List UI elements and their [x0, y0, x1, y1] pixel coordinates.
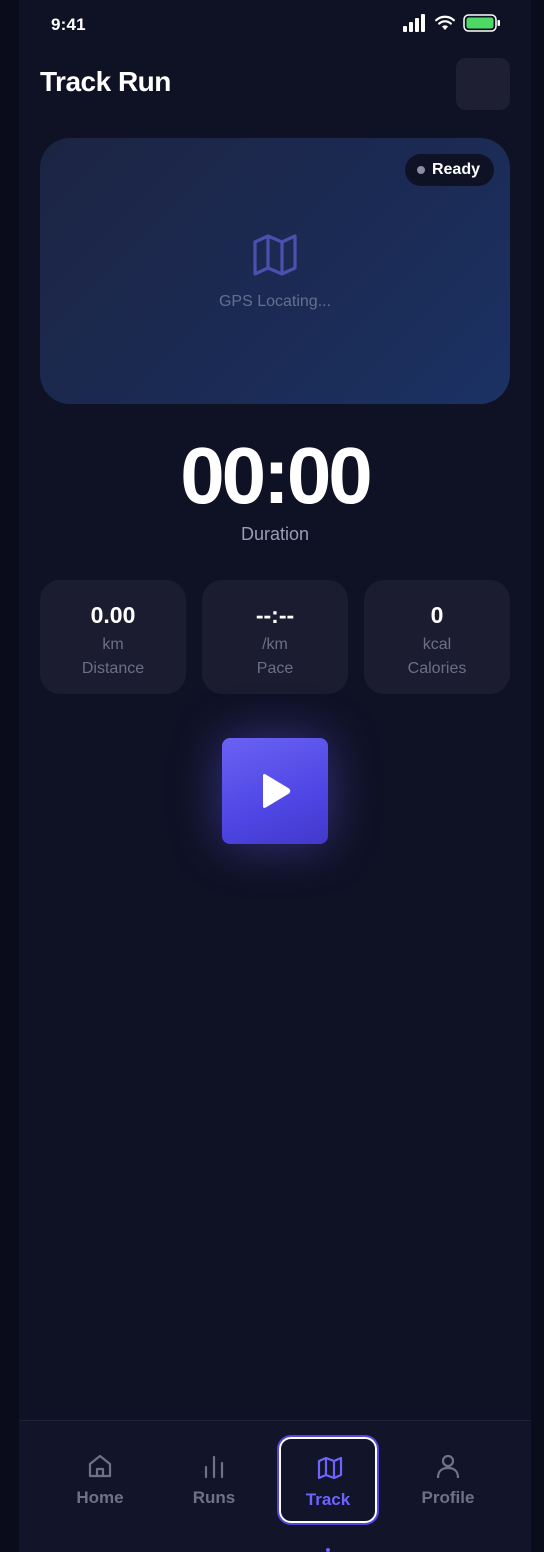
- duration-label: Duration: [240, 524, 310, 544]
- distance-unit: km: [102, 636, 124, 653]
- battery-icon: [463, 14, 500, 32]
- tab-profile-label: Profile: [421, 1488, 475, 1507]
- status-time: 9:41: [51, 15, 86, 34]
- tab-runs-label: Runs: [192, 1488, 236, 1507]
- distance-card: 0.00 km Distance: [40, 580, 186, 694]
- header-action-button[interactable]: [456, 58, 510, 110]
- pace-card: --:-- /km Pace: [202, 580, 348, 694]
- pace-unit: /km: [262, 636, 288, 653]
- pace-label: Pace: [256, 660, 294, 677]
- tab-runs[interactable]: Runs: [165, 1437, 263, 1523]
- tab-profile[interactable]: Profile: [399, 1437, 497, 1523]
- user-icon: [436, 1454, 460, 1479]
- chart-icon: [204, 1455, 224, 1479]
- map-icon: [317, 1456, 343, 1480]
- tab-track[interactable]: Track: [279, 1437, 377, 1523]
- distance-label: Distance: [81, 660, 145, 677]
- tab-home[interactable]: Home: [51, 1437, 149, 1523]
- status-icons: [403, 14, 501, 32]
- page-title: Track Run: [40, 66, 171, 97]
- signal-icon: [403, 14, 425, 32]
- app-screen: 9:41 Track Run Ready GPS Locating... 00:…: [19, 0, 531, 1552]
- tab-home-label: Home: [76, 1488, 124, 1507]
- bottom-tab-bar: Home Runs Track Profile: [19, 1420, 531, 1552]
- status-badge-label: Ready: [431, 161, 480, 178]
- calories-unit: kcal: [422, 636, 452, 653]
- status-bar: 9:41: [19, 0, 531, 50]
- calories-value: 0: [430, 602, 444, 628]
- home-icon: [88, 1454, 112, 1478]
- map-icon: [253, 234, 297, 276]
- calories-card: 0 kcal Calories: [364, 580, 510, 694]
- play-icon: [263, 774, 291, 808]
- pace-value: --:--: [255, 602, 295, 628]
- tab-track-label: Track: [305, 1490, 351, 1509]
- active-tab-indicator: [326, 1548, 330, 1552]
- map-preview: Ready GPS Locating...: [40, 138, 510, 404]
- calories-label: Calories: [407, 660, 467, 677]
- gps-status-text: GPS Locating...: [218, 293, 332, 310]
- status-dot: [416, 166, 425, 174]
- duration-value: 00:00: [180, 431, 373, 520]
- distance-value: 0.00: [90, 602, 136, 628]
- status-badge: Ready: [404, 154, 494, 186]
- start-run-button[interactable]: [222, 738, 328, 844]
- wifi-icon: [435, 15, 455, 30]
